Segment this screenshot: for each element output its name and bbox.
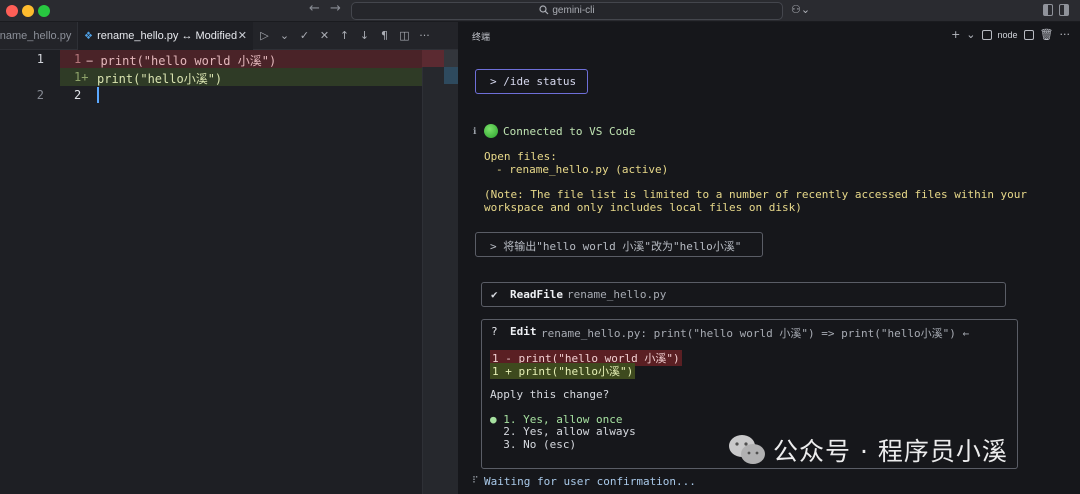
minimap-marker bbox=[444, 50, 458, 67]
reject-change-icon[interactable]: ✕ bbox=[319, 29, 330, 43]
terminal-title: 终端 bbox=[472, 32, 491, 42]
terminal-shell-label[interactable]: node bbox=[998, 30, 1018, 40]
pending-icon: ? bbox=[491, 325, 498, 338]
search-icon bbox=[539, 5, 549, 15]
run-icon[interactable]: ▷ bbox=[259, 29, 270, 43]
toggle-secondary-sidebar-icon[interactable] bbox=[1059, 4, 1069, 16]
copilot-icon[interactable]: ⚇⌄ bbox=[791, 3, 810, 16]
layout-controls bbox=[1043, 4, 1069, 16]
user-prompt-text: > 将输出"hello world 小溪"改为"hello小溪" bbox=[490, 240, 742, 253]
tool-argument: rename_hello.py bbox=[567, 288, 667, 301]
diff-modified-pane[interactable] bbox=[60, 50, 422, 494]
toggle-inline-diff-icon[interactable]: ◫ bbox=[399, 29, 410, 43]
tool-name: ReadFile bbox=[510, 288, 563, 301]
apply-change-question: Apply this change? bbox=[490, 388, 610, 401]
minimize-window-button[interactable] bbox=[22, 5, 34, 17]
line-number: 2 bbox=[74, 88, 82, 102]
tab-previous-label: rename_hello.py bbox=[0, 30, 72, 42]
maximize-window-button[interactable] bbox=[38, 5, 50, 17]
user-prompt-box: > 将输出"hello world 小溪"改为"hello小溪" bbox=[475, 232, 763, 257]
accept-change-icon[interactable]: ✓ bbox=[299, 29, 310, 43]
ide-status-command: > /ide status bbox=[490, 75, 577, 88]
previous-change-icon[interactable]: ↑ bbox=[339, 29, 350, 43]
terminal-header: 终端 + ⌄ node 🗑 ··· bbox=[458, 22, 1080, 50]
minimap-addition-marker bbox=[444, 67, 458, 84]
new-terminal-icon[interactable]: + bbox=[951, 28, 960, 41]
open-files-note: (Note: The file list is limited to a num… bbox=[484, 188, 1028, 201]
close-window-button[interactable] bbox=[6, 5, 18, 17]
open-files-title: Open files: bbox=[484, 150, 557, 163]
next-change-icon[interactable]: ↓ bbox=[359, 29, 370, 43]
tool-name: Edit bbox=[510, 325, 537, 338]
title-bar: ← → gemini-cli ⚇⌄ bbox=[0, 0, 1080, 22]
wechat-watermark: 公众号 · 程序员小溪 bbox=[727, 432, 1008, 468]
terminal-shell-icon bbox=[981, 29, 992, 40]
minimap[interactable] bbox=[422, 50, 458, 494]
toggle-sidebar-icon[interactable] bbox=[1043, 4, 1053, 16]
check-icon: ✔ bbox=[491, 288, 498, 301]
back-arrow-icon[interactable]: ← bbox=[309, 1, 320, 16]
watermark-text: 公众号 · 程序员小溪 bbox=[773, 437, 1008, 466]
line-number: 1 bbox=[36, 52, 44, 66]
wechat-logo-icon bbox=[729, 435, 765, 464]
forward-arrow-icon[interactable]: → bbox=[330, 1, 341, 16]
diff-added-line: 1 + print("hello小溪") bbox=[490, 363, 636, 379]
waiting-status-text: Waiting for user confirmation... bbox=[484, 475, 696, 488]
tab-rename-hello-diff[interactable]: ❖ rename_hello.py ↔ Modified ✕ bbox=[78, 22, 253, 50]
deleted-code-line: − print("hello world 小溪") bbox=[86, 54, 277, 68]
editor-tab-bar: rename_hello.py ❖ rename_hello.py ↔ Modi… bbox=[0, 22, 458, 50]
text-cursor bbox=[97, 87, 99, 103]
python-file-icon: ❖ bbox=[84, 31, 93, 42]
line-number: 2 bbox=[36, 88, 44, 102]
spinner-icon: ⠏ bbox=[472, 476, 479, 486]
line-number: 1 bbox=[74, 52, 82, 66]
tool-argument: rename_hello.py: print("hello world 小溪")… bbox=[541, 327, 970, 340]
added-code-line: print("hello小溪") bbox=[97, 72, 223, 86]
whitespace-icon[interactable]: ¶ bbox=[379, 29, 390, 43]
terminal-actions: + ⌄ node 🗑 ··· bbox=[951, 28, 1070, 41]
diff-original-pane[interactable] bbox=[0, 50, 60, 494]
command-center-search[interactable]: gemini-cli bbox=[351, 2, 783, 20]
info-icon: ℹ bbox=[473, 127, 477, 137]
tab-previous[interactable]: rename_hello.py bbox=[0, 22, 78, 50]
readfile-tool-box: ✔ ReadFile rename_hello.py bbox=[481, 282, 1006, 307]
editor-toolbar: ▷ ⌄ ✓ ✕ ↑ ↓ ¶ ◫ ··· bbox=[259, 29, 430, 43]
connected-status-text: Connected to VS Code bbox=[503, 125, 636, 138]
open-files-note: workspace and only includes local files … bbox=[484, 201, 802, 214]
minimap-deletion-marker bbox=[422, 50, 444, 67]
option-allow-always[interactable]: 2. Yes, allow always bbox=[490, 425, 635, 438]
trash-icon[interactable]: 🗑 bbox=[1040, 28, 1054, 41]
split-terminal-icon[interactable] bbox=[1023, 29, 1034, 40]
command-center-label: gemini-cli bbox=[552, 5, 595, 16]
more-actions-icon[interactable]: ··· bbox=[419, 29, 430, 43]
ide-status-command-box: > /ide status bbox=[475, 69, 588, 94]
run-dropdown-icon[interactable]: ⌄ bbox=[279, 29, 290, 43]
close-icon[interactable]: ✕ bbox=[238, 22, 247, 50]
more-actions-icon[interactable]: ··· bbox=[1060, 28, 1071, 41]
terminal-dropdown-icon[interactable]: ⌄ bbox=[966, 28, 975, 41]
line-number: 1+ bbox=[74, 70, 89, 84]
open-file-item: - rename_hello.py (active) bbox=[496, 163, 669, 176]
option-no[interactable]: 3. No (esc) bbox=[490, 438, 576, 451]
tab-active-label: rename_hello.py ↔ Modified bbox=[97, 30, 238, 42]
connected-status-icon bbox=[484, 124, 498, 138]
